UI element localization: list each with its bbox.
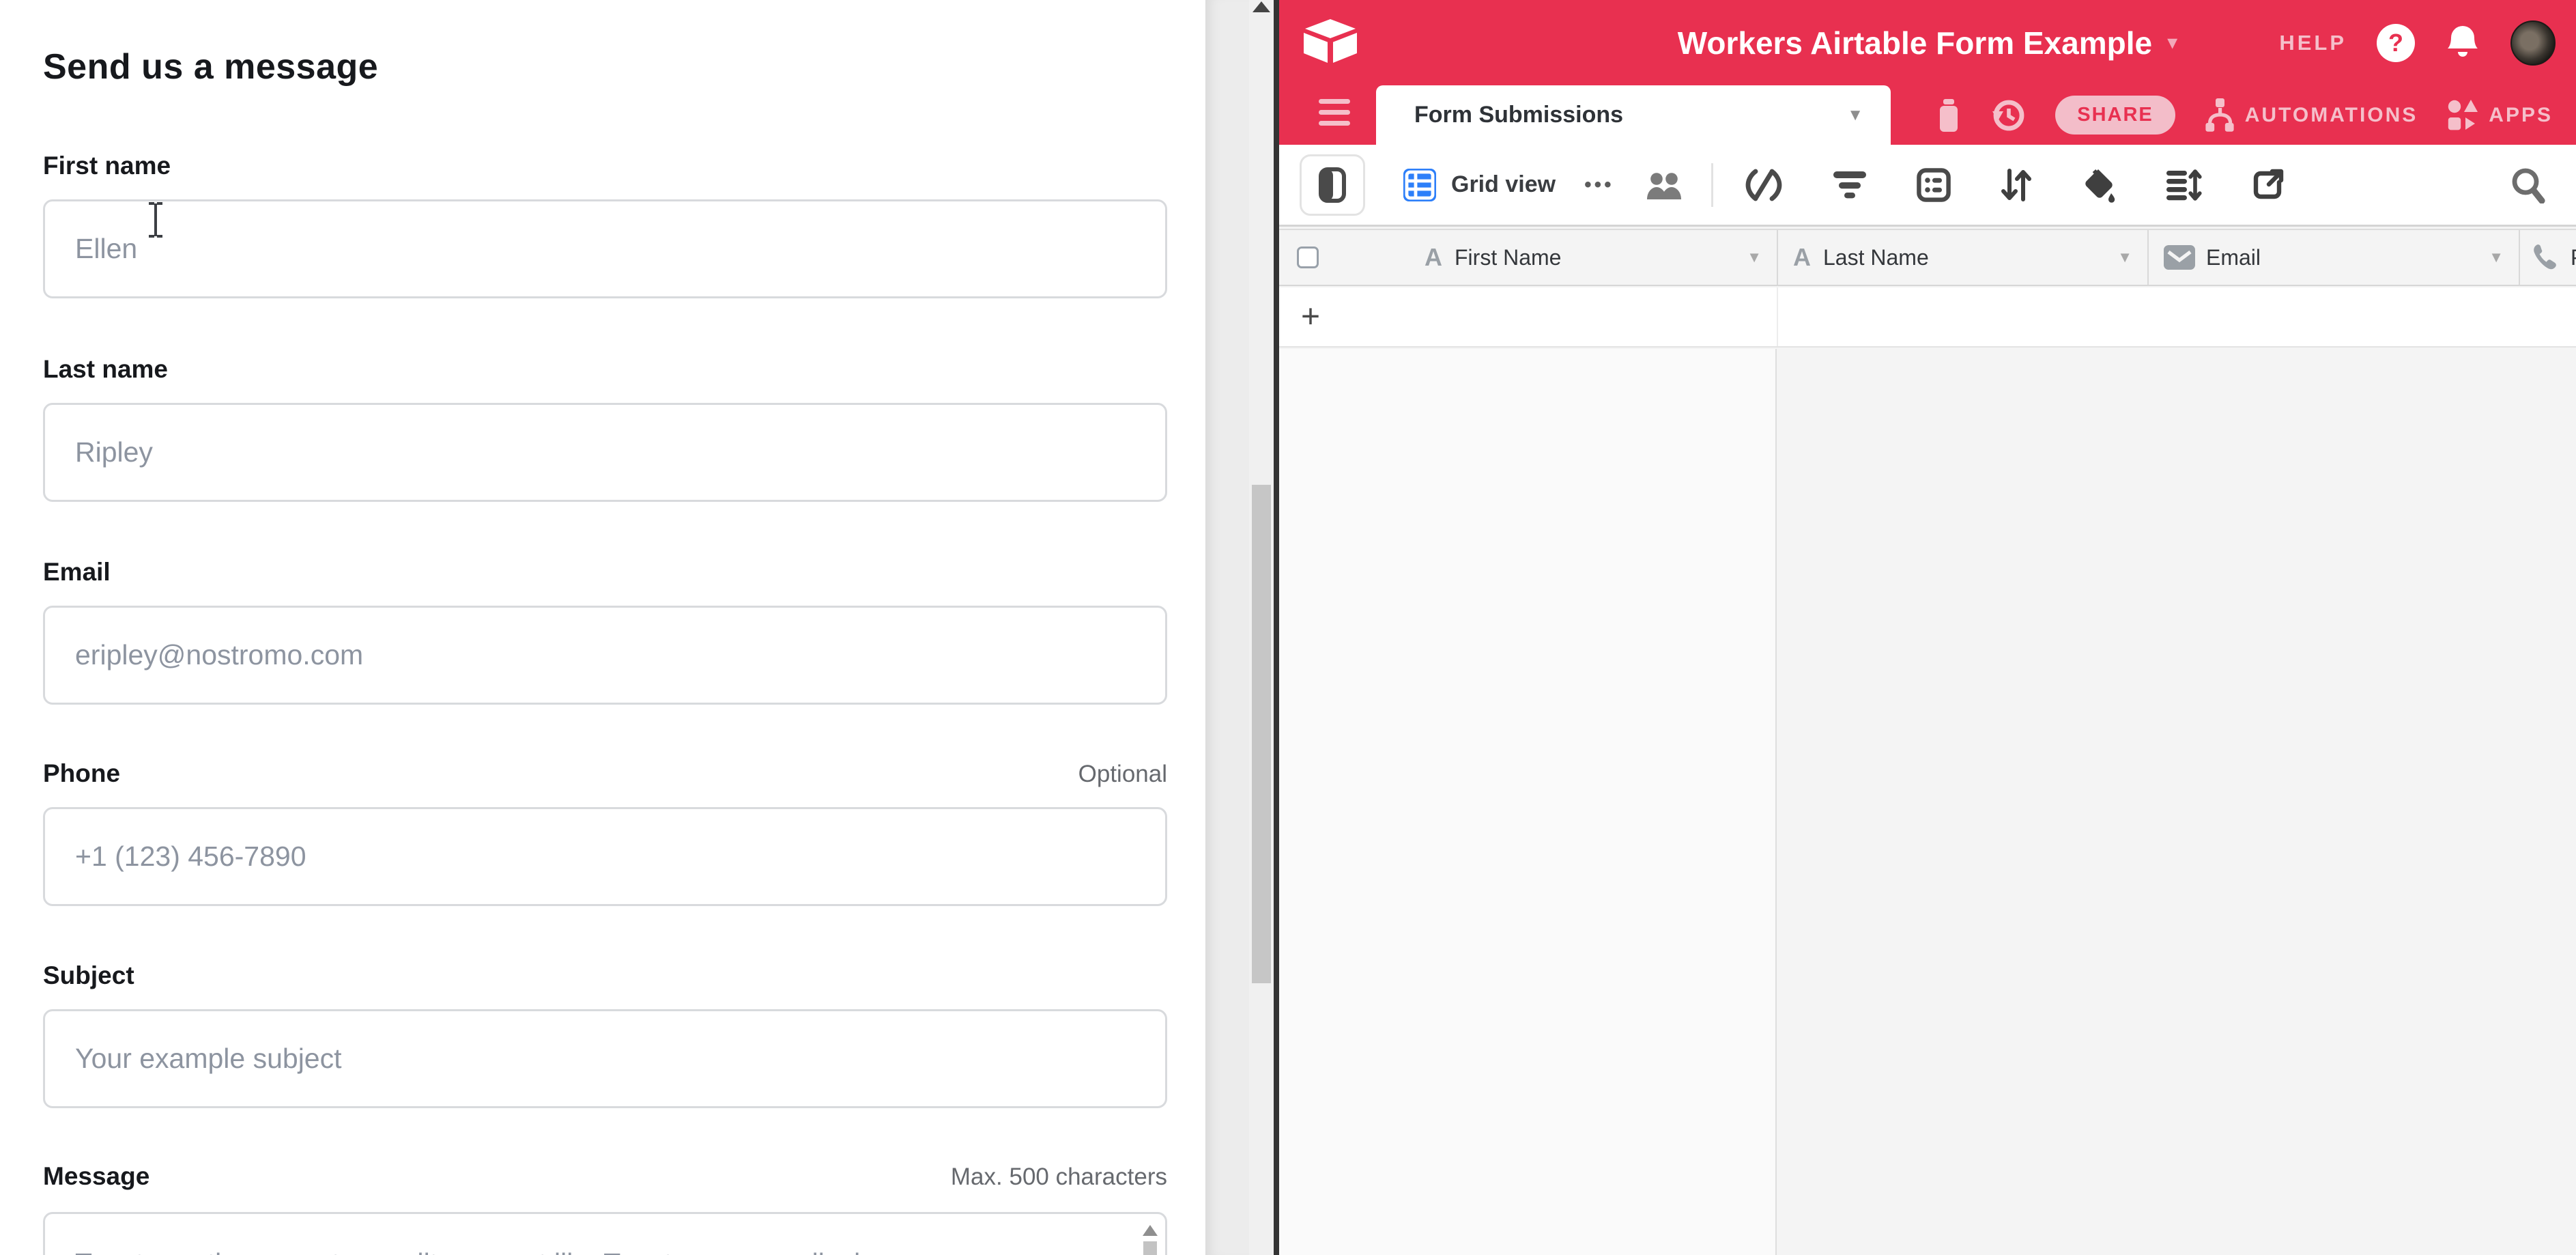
- chevron-down-icon[interactable]: ▾: [2167, 31, 2177, 55]
- apps-icon: [2446, 98, 2479, 132]
- tab-form-submissions[interactable]: Form Submissions ▼: [1376, 85, 1891, 145]
- scrollbar-thumb[interactable]: [1252, 485, 1271, 983]
- automations-button[interactable]: AUTOMATIONS: [2204, 97, 2418, 134]
- grid-empty-area: [1279, 349, 2576, 1255]
- view-switcher[interactable]: Grid view: [1403, 169, 1556, 201]
- last-name-field-group: Last name: [43, 355, 1167, 502]
- first-name-label: First name: [43, 152, 171, 180]
- trash-icon[interactable]: [1935, 98, 1962, 133]
- history-icon[interactable]: [1991, 98, 2027, 133]
- text-field-type-icon: A: [1793, 243, 1811, 272]
- help-button[interactable]: HELP: [2279, 31, 2347, 55]
- textarea-scrollbar[interactable]: [1141, 1221, 1160, 1255]
- automations-label: AUTOMATIONS: [2245, 104, 2418, 127]
- email-field-group: Email: [43, 558, 1167, 705]
- text-cursor-icon: [143, 202, 168, 238]
- chevron-down-icon[interactable]: ▼: [1847, 106, 1863, 125]
- apps-button[interactable]: APPS: [2446, 98, 2553, 132]
- grid-view-icon: [1403, 169, 1436, 201]
- grid-header-row: A First Name ▼ A Last Name ▼ Email ▼: [1279, 229, 2576, 286]
- page-gutter: [1205, 0, 1249, 1255]
- email-label: Email: [43, 558, 111, 587]
- share-view-icon[interactable]: [2251, 168, 2285, 202]
- search-icon[interactable]: [2509, 167, 2546, 203]
- toolbar-divider: [1711, 163, 1713, 207]
- collaborators-icon[interactable]: [1646, 169, 1683, 201]
- view-name: Grid view: [1451, 171, 1556, 198]
- frozen-column-divider: [1777, 287, 1778, 346]
- subject-label: Subject: [43, 961, 134, 990]
- sidebar-toggle-button[interactable]: [1300, 154, 1365, 216]
- share-button[interactable]: SHARE: [2055, 96, 2175, 135]
- column-header-first-name[interactable]: A First Name ▼: [1279, 230, 1777, 285]
- help-circle-icon[interactable]: ?: [2377, 24, 2415, 62]
- message-label: Message: [43, 1162, 149, 1191]
- contact-form-page: Send us a message First name Last name E…: [0, 0, 1205, 1255]
- apps-label: APPS: [2489, 104, 2553, 127]
- bell-icon[interactable]: [2445, 23, 2480, 63]
- table-tab-label: Form Submissions: [1414, 102, 1847, 128]
- last-name-label: Last name: [43, 355, 168, 384]
- chevron-down-icon[interactable]: ▼: [1747, 249, 1762, 266]
- text-field-type-icon: A: [1425, 243, 1442, 272]
- subject-input[interactable]: [43, 1009, 1167, 1108]
- first-name-field-group: First name: [43, 152, 1167, 298]
- color-icon[interactable]: [2082, 167, 2116, 203]
- phone-optional-hint: Optional: [1078, 761, 1167, 788]
- filter-icon[interactable]: [1832, 170, 1867, 200]
- browser-scrollbar[interactable]: [1249, 0, 1274, 1255]
- email-input[interactable]: [43, 606, 1167, 705]
- message-field-group: Message Max. 500 characters: [43, 1162, 1167, 1191]
- automations-icon: [2204, 97, 2235, 134]
- phone-input[interactable]: [43, 807, 1167, 906]
- window-divider: [1274, 0, 1279, 1255]
- menu-icon[interactable]: [1319, 99, 1350, 126]
- screenshot-root: Send us a message First name Last name E…: [0, 0, 2576, 1255]
- select-all-checkbox[interactable]: [1297, 246, 1319, 268]
- airtable-window: Workers Airtable Form Example ▾ HELP ? F…: [1279, 0, 2576, 1255]
- phone-field-type-icon: [2531, 242, 2561, 272]
- message-textarea[interactable]: Tenetur optio quaerat expedita vero et i…: [43, 1212, 1167, 1255]
- avatar[interactable]: [2510, 20, 2556, 66]
- plus-icon[interactable]: +: [1301, 298, 1320, 336]
- phone-label: Phone: [43, 759, 120, 788]
- column-header-last-name[interactable]: A Last Name ▼: [1777, 230, 2147, 285]
- sidebar-icon: [1319, 167, 1346, 203]
- sort-icon[interactable]: [2000, 168, 2033, 202]
- row-height-icon[interactable]: [2165, 169, 2202, 201]
- page-title: Send us a message: [43, 46, 378, 87]
- chevron-down-icon[interactable]: ▼: [2117, 249, 2132, 266]
- column-header-phone[interactable]: Phone: [2519, 230, 2576, 285]
- message-max-hint: Max. 500 characters: [951, 1164, 1167, 1191]
- column-header-email[interactable]: Email ▼: [2147, 230, 2519, 285]
- airtable-tabbar: Form Submissions ▼ SHARE: [1279, 85, 2576, 145]
- hide-fields-icon[interactable]: [1745, 169, 1783, 201]
- view-toolbar: Grid view •••: [1279, 145, 2576, 227]
- scrollbar-thumb[interactable]: [1143, 1241, 1157, 1255]
- email-field-type-icon: [2164, 245, 2195, 270]
- base-title[interactable]: Workers Airtable Form Example: [1678, 25, 2152, 61]
- phone-field-group: Phone Optional: [43, 759, 1167, 906]
- first-name-input[interactable]: [43, 199, 1167, 298]
- subject-field-group: Subject: [43, 961, 1167, 1108]
- message-placeholder-text: Tenetur optio quaerat expedita vero et i…: [75, 1243, 1117, 1255]
- view-options-ellipsis-icon[interactable]: •••: [1584, 173, 1614, 197]
- scroll-up-arrow-icon[interactable]: [1143, 1225, 1158, 1236]
- frozen-column-area: [1279, 349, 1777, 1255]
- scroll-up-arrow-icon[interactable]: [1253, 1, 1270, 12]
- airtable-topbar: Workers Airtable Form Example ▾ HELP ?: [1279, 0, 2576, 85]
- group-icon[interactable]: [1917, 168, 1951, 202]
- add-record-row[interactable]: +: [1279, 287, 2576, 348]
- chevron-down-icon[interactable]: ▼: [2489, 249, 2504, 266]
- last-name-input[interactable]: [43, 403, 1167, 502]
